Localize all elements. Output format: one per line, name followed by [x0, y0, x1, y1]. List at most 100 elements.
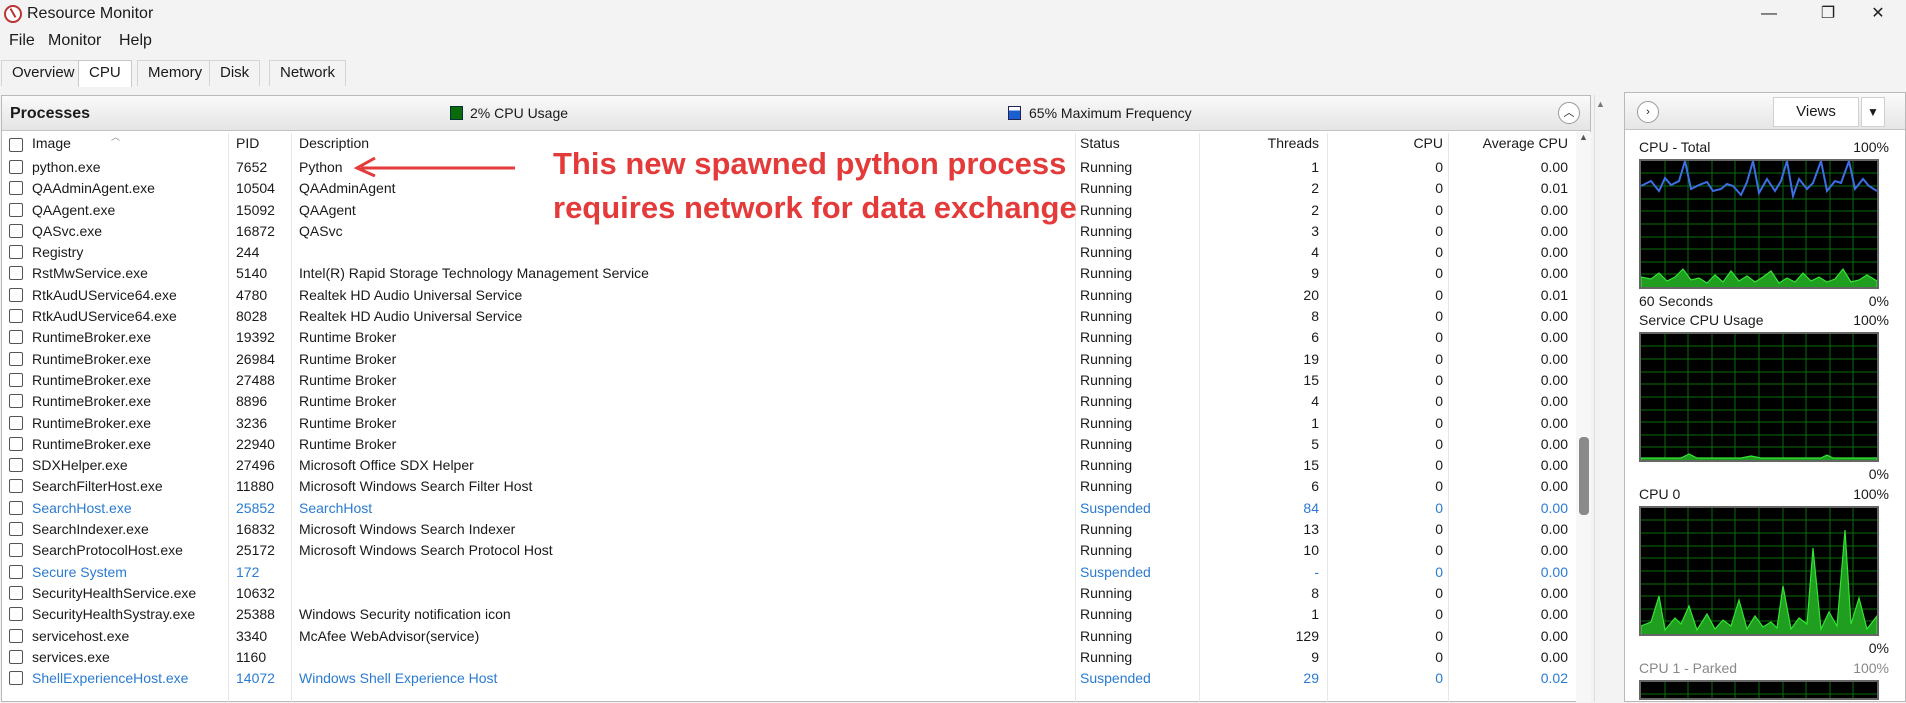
cell-average-cpu: 0.00 — [1540, 542, 1568, 559]
graph-min: 0% — [1868, 466, 1889, 482]
row-checkbox[interactable] — [9, 628, 23, 643]
main-scrollbar[interactable]: ▲ — [1594, 95, 1608, 702]
tab-network[interactable]: Network — [269, 60, 347, 86]
table-row[interactable]: SearchHost.exe 25852 SearchHost Suspended 84… — [2, 498, 1577, 519]
select-all-checkbox[interactable] — [9, 138, 23, 152]
table-row[interactable]: SearchFilterHost.exe 11880 Microsoft Windo… — [2, 476, 1577, 497]
row-checkbox[interactable] — [9, 287, 23, 302]
row-checkbox[interactable] — [9, 607, 23, 622]
graph-max: 100% — [1853, 486, 1889, 502]
row-checkbox[interactable] — [9, 372, 23, 387]
row-checkbox[interactable] — [9, 202, 23, 217]
tab-memory[interactable]: Memory — [137, 60, 214, 86]
cell-threads: 1 — [1311, 414, 1319, 431]
row-checkbox[interactable] — [9, 458, 23, 473]
annotation-line-2: requires network for data exchange — [553, 190, 1077, 225]
row-checkbox[interactable] — [9, 351, 23, 366]
cell-image: RtkAudUService64.exe — [32, 286, 177, 303]
row-checkbox[interactable] — [9, 160, 23, 174]
cell-cpu: 0 — [1435, 521, 1443, 538]
table-row[interactable]: RuntimeBroker.exe 26984 Runtime Broker Runn… — [2, 349, 1577, 370]
row-checkbox[interactable] — [9, 309, 23, 324]
table-row[interactable]: RtkAudUService64.exe 4780 Realtek HD Audio… — [2, 285, 1577, 306]
col-pid[interactable]: PID — [236, 131, 259, 157]
scroll-up-icon[interactable]: ▲ — [1596, 99, 1605, 109]
row-checkbox[interactable] — [9, 223, 23, 238]
row-checkbox[interactable] — [9, 522, 23, 537]
row-checkbox[interactable] — [9, 479, 23, 494]
row-checkbox[interactable] — [9, 671, 23, 686]
cell-image: SDXHelper.exe — [32, 457, 128, 474]
row-checkbox[interactable] — [9, 266, 23, 281]
table-row[interactable]: RuntimeBroker.exe 27488 Runtime Broker Runn… — [2, 370, 1577, 391]
tab-disk[interactable]: Disk — [209, 60, 261, 86]
col-average-cpu[interactable]: Average CPU — [1452, 131, 1568, 157]
col-cpu[interactable]: CPU — [1342, 131, 1443, 157]
table-row[interactable]: SecurityHealthSystray.exe 25388 Windows Se… — [2, 604, 1577, 625]
collapse-icon[interactable]: ︿ — [1558, 102, 1580, 124]
close-button[interactable]: ✕ — [1855, 0, 1901, 28]
table-row[interactable]: Registry 244 Running 4 0 0.00 — [2, 242, 1577, 263]
cell-average-cpu: 0.00 — [1540, 584, 1568, 601]
table-row[interactable]: RstMwService.exe 5140 Intel(R) Rapid Stora… — [2, 263, 1577, 284]
menu-help[interactable]: Help — [119, 32, 152, 50]
row-checkbox[interactable] — [9, 585, 23, 600]
row-checkbox[interactable] — [9, 330, 23, 345]
row-checkbox[interactable] — [9, 543, 23, 558]
tab-cpu[interactable]: CPU — [78, 60, 132, 87]
tab-overview[interactable]: Overview — [1, 60, 86, 86]
col-threads[interactable]: Threads — [1202, 131, 1319, 157]
cell-pid: 22940 — [236, 435, 275, 452]
cell-threads: 15 — [1303, 371, 1319, 388]
cell-average-cpu: 0.00 — [1540, 222, 1568, 239]
cell-threads: 3 — [1311, 222, 1319, 239]
views-button[interactable]: Views — [1773, 97, 1859, 127]
table-row[interactable]: SDXHelper.exe 27496 Microsoft Office SDX H… — [2, 455, 1577, 476]
table-row[interactable]: RuntimeBroker.exe 22940 Runtime Broker Runn… — [2, 434, 1577, 455]
cell-threads: 9 — [1311, 265, 1319, 282]
table-row[interactable]: RuntimeBroker.exe 8896 Runtime Broker Runni… — [2, 391, 1577, 412]
col-description[interactable]: Description — [299, 131, 369, 157]
scroll-up-icon[interactable]: ▲ — [1576, 132, 1591, 146]
col-image[interactable]: Image — [32, 131, 71, 157]
table-row[interactable]: RuntimeBroker.exe 3236 Runtime Broker Runni… — [2, 413, 1577, 434]
cell-image: SecurityHealthSystray.exe — [32, 606, 196, 623]
views-dropdown-icon[interactable]: ▼ — [1861, 97, 1885, 127]
cell-image: RuntimeBroker.exe — [32, 350, 152, 367]
cell-description: Windows Security notification icon — [299, 606, 511, 623]
cell-description: SearchHost — [299, 499, 373, 516]
menu-monitor[interactable]: Monitor — [48, 32, 101, 50]
menu-file[interactable]: File — [9, 32, 35, 50]
restore-button[interactable]: ❐ — [1805, 0, 1851, 28]
cell-cpu: 0 — [1435, 180, 1443, 197]
row-checkbox[interactable] — [9, 394, 23, 409]
row-checkbox[interactable] — [9, 415, 23, 430]
process-scrollbar[interactable]: ▲ — [1576, 132, 1591, 702]
table-row[interactable]: RtkAudUService64.exe 8028 Realtek HD Audio… — [2, 306, 1577, 327]
minimize-button[interactable]: — — [1746, 0, 1792, 28]
row-checkbox[interactable] — [9, 181, 23, 196]
row-checkbox[interactable] — [9, 436, 23, 451]
table-row[interactable]: SearchIndexer.exe 16832 Microsoft Windows … — [2, 519, 1577, 540]
table-row[interactable]: ShellExperienceHost.exe 14072 Windows Shel… — [2, 668, 1577, 689]
expand-icon[interactable]: › — [1637, 101, 1659, 123]
graph-title: CPU 1 - Parked — [1639, 660, 1738, 676]
cell-threads: 6 — [1311, 329, 1319, 346]
table-row[interactable]: Secure System 172 Suspended - 0 0.00 — [2, 562, 1577, 583]
table-row[interactable]: services.exe 1160 Running 9 0 0.00 — [2, 647, 1577, 668]
table-row[interactable]: RuntimeBroker.exe 19392 Runtime Broker Runn… — [2, 327, 1577, 348]
table-row[interactable]: SecurityHealthService.exe 10632 Running 8 0 0… — [2, 583, 1577, 604]
table-row[interactable]: SearchProtocolHost.exe 25172 Microsoft Win… — [2, 540, 1577, 561]
row-checkbox[interactable] — [9, 500, 23, 515]
processes-header[interactable]: Processes 2% CPU Usage 65% Maximum Frequ… — [2, 96, 1590, 131]
cell-threads: 19 — [1303, 350, 1319, 367]
cpu-total-graph — [1639, 157, 1879, 289]
cell-threads: 9 — [1311, 648, 1319, 665]
cell-status: Running — [1080, 435, 1133, 452]
row-checkbox[interactable] — [9, 564, 23, 579]
row-checkbox[interactable] — [9, 245, 23, 260]
table-row[interactable]: servicehost.exe 3340 McAfee WebAdvisor(ser… — [2, 626, 1577, 647]
row-checkbox[interactable] — [9, 649, 23, 664]
scroll-thumb[interactable] — [1579, 437, 1589, 515]
cell-description: Realtek HD Audio Universal Service — [299, 308, 523, 325]
